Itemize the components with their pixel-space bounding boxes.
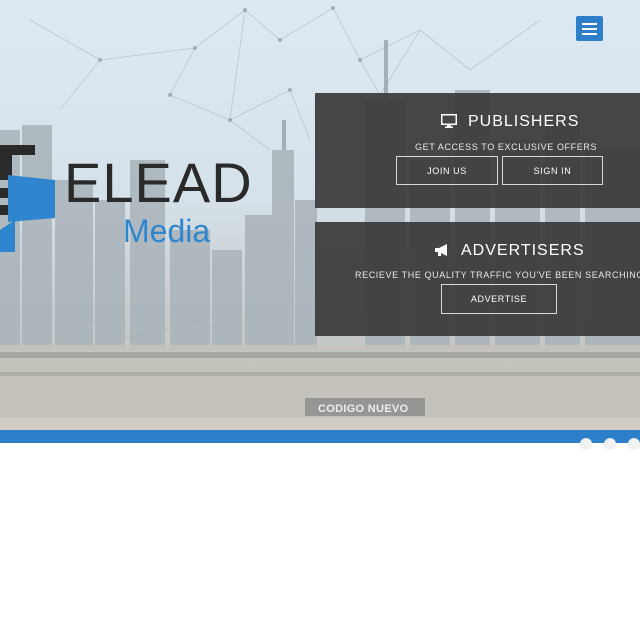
menu-line	[582, 33, 597, 35]
logo-text-media: Media	[123, 213, 211, 249]
menu-line	[582, 23, 597, 25]
monitor-icon	[441, 114, 457, 128]
publishers-subtitle: GET ACCESS TO EXCLUSIVE OFFERS	[415, 142, 598, 152]
blue-accent-bar	[0, 430, 640, 443]
advertisers-subtitle: RECIEVE THE QUALITY TRAFFIC YOU'VE BEEN …	[355, 270, 640, 280]
background-sign-text: CODIGO NUEVO	[318, 403, 409, 415]
logo-text-elead: ELEAD	[64, 151, 253, 214]
advertise-button[interactable]: ADVERTISE	[441, 284, 557, 314]
megaphone-icon	[435, 244, 447, 256]
hero-banner: CODIGO NUEVO ELEAD Media PUBLISHERS GET …	[0, 0, 640, 430]
advertisers-panel: ADVERTISERS RECIEVE THE QUALITY TRAFFIC …	[315, 222, 640, 336]
publishers-panel: PUBLISHERS GET ACCESS TO EXCLUSIVE OFFER…	[315, 93, 640, 208]
hamburger-menu-button[interactable]	[576, 16, 603, 41]
advertisers-title: ADVERTISERS	[461, 242, 585, 259]
menu-line	[582, 28, 597, 30]
join-us-button[interactable]: JOIN US	[396, 156, 498, 185]
slider-dot[interactable]	[628, 438, 640, 450]
sign-in-button[interactable]: SIGN IN	[502, 156, 603, 185]
publishers-title: PUBLISHERS	[468, 113, 580, 130]
slider-dot[interactable]	[604, 438, 616, 450]
slider-dot[interactable]	[580, 438, 592, 450]
